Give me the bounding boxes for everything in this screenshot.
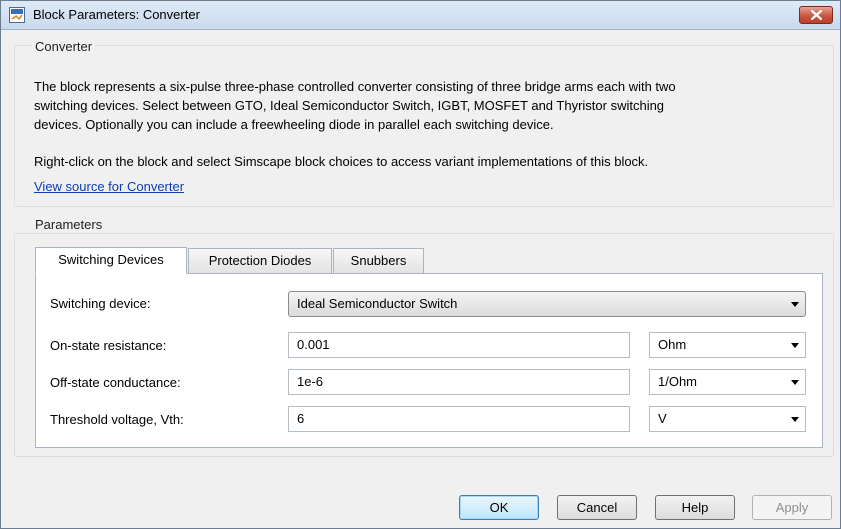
- parameters-group-label: Parameters: [32, 217, 106, 232]
- on-state-resistance-input[interactable]: 0.001: [288, 332, 630, 358]
- cancel-button[interactable]: Cancel: [557, 495, 637, 520]
- switching-device-value: Ideal Semiconductor Switch: [297, 296, 458, 311]
- switching-device-label: Switching device:: [50, 296, 151, 311]
- chevron-down-icon: [791, 343, 799, 348]
- on-state-resistance-label: On-state resistance:: [50, 338, 167, 353]
- threshold-voltage-label: Threshold voltage, Vth:: [50, 412, 184, 427]
- title-bar[interactable]: Block Parameters: Converter: [1, 1, 840, 30]
- threshold-voltage-input[interactable]: 6: [288, 406, 630, 432]
- tab-snubbers[interactable]: Snubbers: [333, 248, 424, 274]
- off-state-conductance-unit-select[interactable]: 1/Ohm: [649, 369, 806, 395]
- switching-devices-panel: Switching device: Ideal Semiconductor Sw…: [35, 273, 823, 448]
- tab-protection-diodes[interactable]: Protection Diodes: [188, 248, 332, 274]
- variant-note: Right-click on the block and select Sims…: [34, 154, 649, 169]
- chevron-down-icon: [791, 380, 799, 385]
- dialog-content: Converter The block represents a six-pul…: [9, 37, 834, 523]
- simulink-block-icon: [9, 7, 25, 23]
- converter-group-label: Converter: [32, 39, 96, 54]
- help-button[interactable]: Help: [655, 495, 735, 520]
- on-state-resistance-unit-select[interactable]: Ohm: [649, 332, 806, 358]
- off-state-conductance-unit: 1/Ohm: [658, 374, 698, 389]
- apply-button[interactable]: Apply: [752, 495, 832, 520]
- chevron-down-icon: [791, 417, 799, 422]
- block-description-line-1: The block represents a six-pulse three-p…: [34, 79, 676, 94]
- block-parameters-dialog: Block Parameters: Converter Converter Th…: [0, 0, 841, 529]
- threshold-voltage-unit-select[interactable]: V: [649, 406, 806, 432]
- tab-switching-devices[interactable]: Switching Devices: [35, 247, 187, 274]
- switching-device-select[interactable]: Ideal Semiconductor Switch: [288, 291, 806, 317]
- block-description-line-3: devices. Optionally you can include a fr…: [34, 117, 554, 132]
- off-state-conductance-label: Off-state conductance:: [50, 375, 181, 390]
- close-button[interactable]: [799, 6, 833, 24]
- chevron-down-icon: [791, 302, 799, 307]
- block-description-line-2: switching devices. Select between GTO, I…: [34, 98, 665, 113]
- threshold-voltage-unit: V: [658, 411, 667, 426]
- off-state-conductance-input[interactable]: 1e-6: [288, 369, 630, 395]
- view-source-link[interactable]: View source for Converter: [34, 179, 184, 194]
- ok-button[interactable]: OK: [459, 495, 539, 520]
- window-title: Block Parameters: Converter: [33, 7, 200, 22]
- on-state-resistance-unit: Ohm: [658, 337, 687, 352]
- close-icon: [811, 10, 822, 20]
